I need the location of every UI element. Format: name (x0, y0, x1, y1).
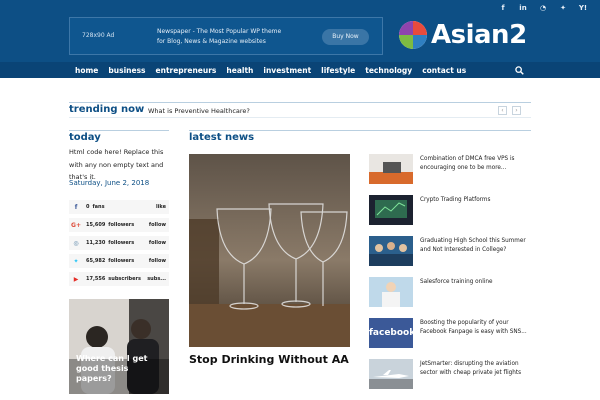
social-counter-google-plus[interactable]: G+ 15,609 followers follow (69, 218, 169, 233)
news-title[interactable]: Salesforce training online (420, 278, 530, 287)
counter-value: 65,982 (86, 258, 106, 264)
trending-next-button[interactable]: › (512, 106, 521, 115)
instagram-icon: ◎ (73, 239, 79, 247)
nav-item-business[interactable]: business (103, 63, 150, 78)
linkedin-icon[interactable]: in (516, 3, 530, 13)
news-list-item[interactable]: Crypto Trading Platforms (369, 195, 531, 227)
google-plus-icon: G+ (71, 221, 81, 229)
counter-label: followers (108, 258, 135, 264)
social-counter-youtube[interactable]: ▶ 17,556 subscribers subs... (69, 272, 169, 287)
news-thumbnail (369, 359, 413, 389)
twitter-icon: ✦ (73, 257, 79, 265)
logo-pie-icon (399, 21, 427, 49)
counter-action[interactable]: subs... (147, 276, 166, 282)
today-title: today (69, 132, 101, 143)
social-counter-facebook[interactable]: f 0 fans like (69, 200, 169, 215)
counter-value: 11,230 (86, 240, 106, 246)
news-title[interactable]: Combination of DMCA free VPS is encourag… (420, 155, 530, 173)
today-date: Saturday, June 2, 2018 (69, 179, 150, 187)
hero-article-image[interactable] (189, 154, 350, 347)
logo-text: Asian2 (431, 20, 527, 50)
nav-item-home[interactable]: home (69, 63, 103, 78)
facebook-icon[interactable]: f (496, 3, 510, 13)
facebook-logo-thumbnail: facebook (369, 318, 413, 348)
news-title[interactable]: Crypto Trading Platforms (420, 196, 530, 205)
news-title[interactable]: Boosting the popularity of your Facebook… (420, 319, 530, 337)
site-logo[interactable]: Asian2 (398, 20, 527, 50)
nav-item-health[interactable]: health (221, 63, 258, 78)
nav-item-technology[interactable]: technology (360, 63, 417, 78)
news-list-item[interactable]: facebook Boosting the popularity of your… (369, 318, 531, 350)
twitter-icon[interactable]: ✦ (556, 3, 570, 13)
news-list-item[interactable]: Combination of DMCA free VPS is encourag… (369, 154, 531, 186)
ad-size-label: 728x90 Ad (82, 32, 115, 39)
ad-line-1: Newspaper - The Most Popular WP theme (157, 28, 282, 35)
nav-item-investment[interactable]: investment (258, 63, 316, 78)
counter-action[interactable]: follow (149, 258, 166, 264)
facebook-icon: f (74, 203, 78, 211)
counter-action[interactable]: follow (149, 240, 166, 246)
trending-label: trending now (69, 104, 145, 115)
counter-value: 17,556 (86, 276, 106, 282)
counter-value: 0 (86, 204, 90, 210)
ad-buy-now-button[interactable]: Buy Now (322, 29, 369, 45)
trending-headline[interactable]: What is Preventive Healthcare? (148, 107, 250, 115)
news-list-item[interactable]: Salesforce training online (369, 277, 531, 309)
today-divider (69, 130, 169, 131)
news-list-item[interactable]: JetSmarter: disrupting the aviation sect… (369, 359, 531, 391)
thesis-article-card[interactable]: Where can I get good thesis papers? (69, 299, 169, 394)
ad-line-2: for Blog, News & Magazine websites (157, 38, 266, 45)
latest-news-divider (189, 130, 531, 131)
latest-news-title: latest news (189, 132, 255, 143)
today-text: Html code here! Replace this with any no… (69, 148, 164, 181)
counter-label: fans (92, 204, 105, 210)
news-thumbnail (369, 154, 413, 184)
hero-article-title[interactable]: Stop Drinking Without AA (189, 353, 359, 367)
counter-label: followers (108, 222, 135, 228)
yahoo-icon[interactable]: Y! (576, 3, 590, 13)
nav-item-entrepreneurs[interactable]: entrepreneurs (151, 63, 222, 78)
thesis-article-title[interactable]: Where can I get good thesis papers? (76, 354, 166, 384)
news-list-item[interactable]: Graduating High School this Summer and N… (369, 236, 531, 268)
wine-glasses-image (189, 154, 350, 347)
nav-item-lifestyle[interactable]: lifestyle (316, 63, 360, 78)
news-thumbnail (369, 236, 413, 266)
ad-description: Newspaper - The Most Popular WP theme fo… (157, 27, 297, 47)
news-thumbnail (369, 195, 413, 225)
counter-action[interactable]: like (156, 204, 166, 210)
counter-label: subscribers (108, 276, 141, 282)
counter-action[interactable]: follow (149, 222, 166, 228)
search-icon[interactable] (515, 66, 524, 75)
social-counter-instagram[interactable]: ◎ 11,230 followers follow (69, 236, 169, 251)
main-navigation: home business entrepreneurs health inves… (69, 63, 531, 78)
news-title[interactable]: Graduating High School this Summer and N… (420, 237, 530, 255)
trending-top-divider (69, 102, 531, 103)
counter-label: followers (108, 240, 135, 246)
facebook-thumb-text: facebook (369, 328, 413, 338)
header-ad-banner[interactable]: 728x90 Ad Newspaper - The Most Popular W… (69, 17, 383, 55)
trending-bottom-divider (69, 117, 531, 118)
youtube-icon: ▶ (73, 275, 79, 283)
news-thumbnail (369, 277, 413, 307)
counter-value: 15,609 (86, 222, 106, 228)
header-social-icons: f in ◔ ✦ Y! (490, 3, 590, 13)
news-title[interactable]: JetSmarter: disrupting the aviation sect… (420, 360, 530, 378)
trending-prev-button[interactable]: ‹ (498, 106, 507, 115)
rss-icon[interactable]: ◔ (536, 3, 550, 13)
nav-item-contact-us[interactable]: contact us (417, 63, 471, 78)
social-counter-twitter[interactable]: ✦ 65,982 followers follow (69, 254, 169, 269)
